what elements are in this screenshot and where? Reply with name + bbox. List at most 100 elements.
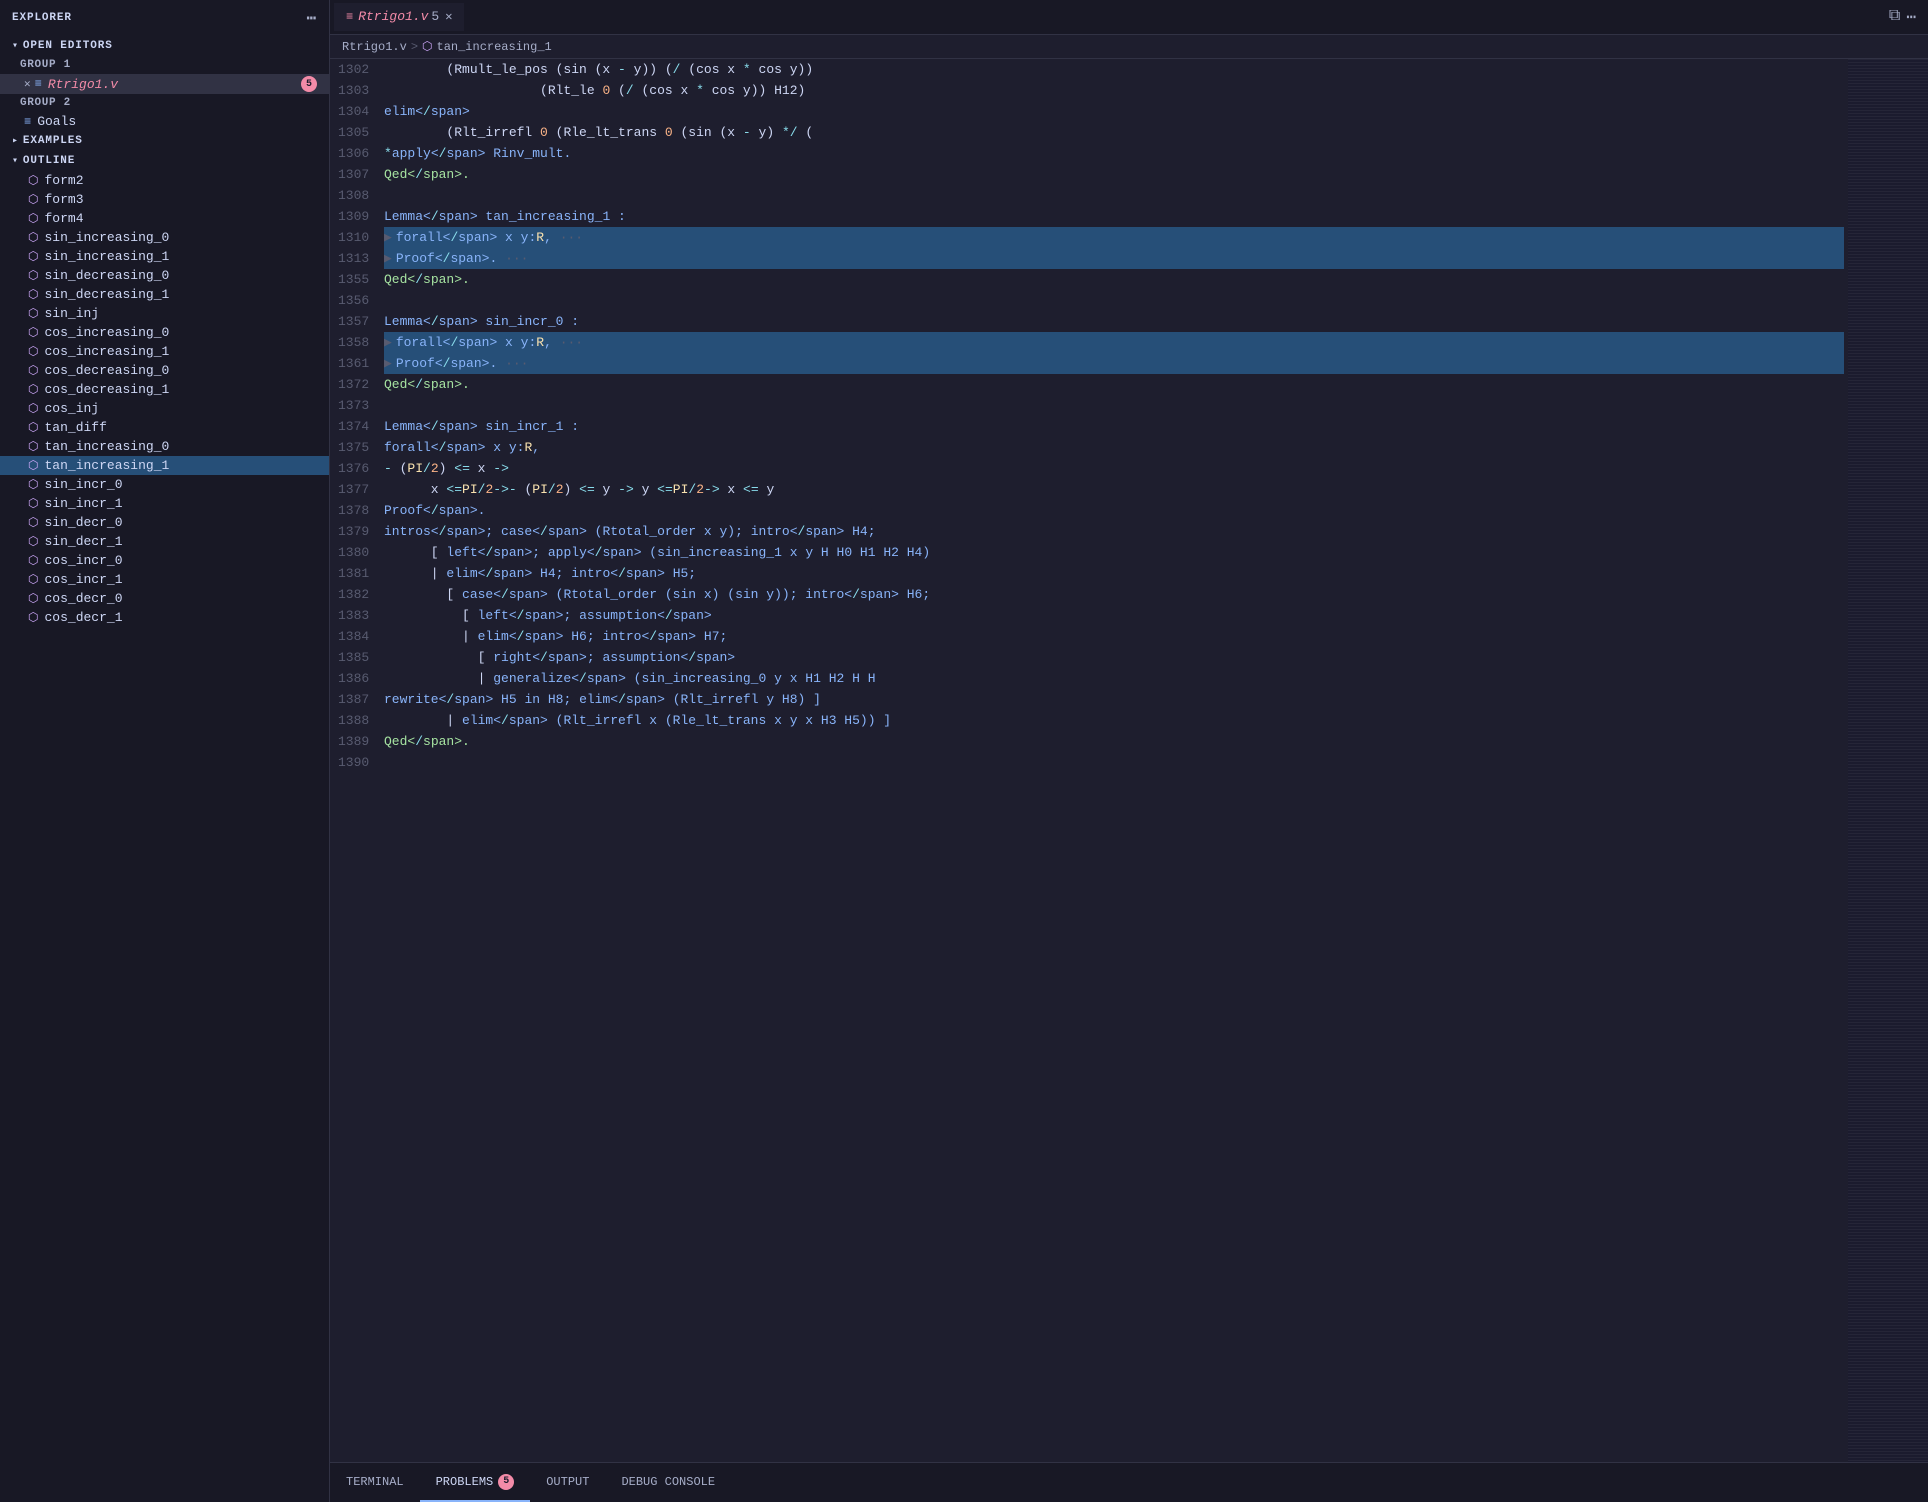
file-item-rtrigo1[interactable]: ✕ ≡ Rtrigo1.v 5 xyxy=(0,74,329,94)
outline-item-form3[interactable]: ⬡form3 xyxy=(0,190,329,209)
code-line-1356 xyxy=(384,290,1844,311)
close-icon[interactable]: ✕ xyxy=(24,77,31,91)
editor-scroll[interactable]: 1302130313041305130613071308130913101313… xyxy=(330,59,1848,1462)
outline-item-sin_decr_0[interactable]: ⬡sin_decr_0 xyxy=(0,513,329,532)
code-line-1382: [ case</span> (Rtotal_order (sin x) (sin… xyxy=(384,584,1844,605)
bottom-tab-debug-console[interactable]: DEBUG CONSOLE xyxy=(605,1463,731,1502)
cube-icon: ⬡ xyxy=(28,287,38,302)
code-line-1389: Qed</span>. xyxy=(384,731,1844,752)
cube-icon: ⬡ xyxy=(28,192,38,207)
tab-close-icon[interactable]: ✕ xyxy=(445,9,452,24)
sidebar-header: EXPLORER ⋯ xyxy=(0,0,329,36)
line-number-1308: 1308 xyxy=(338,185,372,206)
breadcrumb: Rtrigo1.v > ⬡ tan_increasing_1 xyxy=(330,35,1928,59)
line-number-1380: 1380 xyxy=(338,542,372,563)
more-icon[interactable]: ⋯ xyxy=(306,8,317,28)
outline-item-sin_decreasing_0[interactable]: ⬡sin_decreasing_0 xyxy=(0,266,329,285)
sidebar-header-icons[interactable]: ⋯ xyxy=(306,8,317,28)
line-number-1387: 1387 xyxy=(338,689,372,710)
outline-item-cos_decr_1[interactable]: ⬡cos_decr_1 xyxy=(0,608,329,627)
cube-icon: ⬡ xyxy=(28,534,38,549)
outline-item-sin_increasing_0[interactable]: ⬡sin_increasing_0 xyxy=(0,228,329,247)
line-number-1378: 1378 xyxy=(338,500,372,521)
outline-item-sin_decreasing_1[interactable]: ⬡sin_decreasing_1 xyxy=(0,285,329,304)
outline-item-sin_decr_1[interactable]: ⬡sin_decr_1 xyxy=(0,532,329,551)
section-examples[interactable]: ▸ EXAMPLES xyxy=(0,131,329,151)
breadcrumb-symbol[interactable]: tan_increasing_1 xyxy=(437,40,552,54)
code-line-1380: [ left</span>; apply</span> (sin_increas… xyxy=(384,542,1844,563)
line-number-1309: 1309 xyxy=(338,206,372,227)
outline-item-sin_incr_1[interactable]: ⬡sin_incr_1 xyxy=(0,494,329,513)
line-number-1302: 1302 xyxy=(338,59,372,80)
code-line-1306: * apply</span> Rinv_mult. xyxy=(384,143,1844,164)
line-number-1355: 1355 xyxy=(338,269,372,290)
cube-icon: ⬡ xyxy=(28,515,38,530)
file-item-goals[interactable]: ≡ Goals xyxy=(0,112,329,131)
tab-version: 5 xyxy=(431,9,439,24)
cube-icon: ⬡ xyxy=(28,382,38,397)
line-number-1382: 1382 xyxy=(338,584,372,605)
code-line-1372: Qed</span>. xyxy=(384,374,1844,395)
cube-icon: ⬡ xyxy=(28,439,38,454)
line-number-1358: 1358 xyxy=(338,332,372,353)
error-badge: 5 xyxy=(301,76,317,92)
outline-item-sin_inj[interactable]: ⬡sin_inj xyxy=(0,304,329,323)
code-line-1381: | elim</span> H4; intro</span> H5; xyxy=(384,563,1844,584)
code-line-1386: | generalize</span> (sin_increasing_0 y … xyxy=(384,668,1844,689)
outline-list: ⬡form2⬡form3⬡form4⬡sin_increasing_0⬡sin_… xyxy=(0,171,329,1502)
split-editor-icon[interactable]: ⧉ xyxy=(1889,7,1900,27)
outline-item-cos_increasing_0[interactable]: ⬡cos_increasing_0 xyxy=(0,323,329,342)
line-number-1357: 1357 xyxy=(338,311,372,332)
cube-icon: ⬡ xyxy=(28,363,38,378)
section-outline[interactable]: ▾ OUTLINE xyxy=(0,151,329,171)
line-number-1304: 1304 xyxy=(338,101,372,122)
line-number-1361: 1361 xyxy=(338,353,372,374)
tab-rtrigo1[interactable]: ≡ Rtrigo1.v 5 ✕ xyxy=(334,3,464,31)
cube-icon: ⬡ xyxy=(28,420,38,435)
fold-arrow-icon[interactable]: ▶ xyxy=(384,353,392,374)
tab-bar: ≡ Rtrigo1.v 5 ✕ ⧉ ⋯ xyxy=(330,0,1928,35)
more-actions-icon[interactable]: ⋯ xyxy=(1906,7,1916,27)
line-number-1306: 1306 xyxy=(338,143,372,164)
group2-header: GROUP 2 xyxy=(0,94,329,112)
line-number-1383: 1383 xyxy=(338,605,372,626)
fold-arrow-icon[interactable]: ▶ xyxy=(384,248,392,269)
tab-actions[interactable]: ⧉ ⋯ xyxy=(1889,7,1924,27)
bottom-tab-output[interactable]: OUTPUT xyxy=(530,1463,605,1502)
cube-icon: ⬡ xyxy=(28,344,38,359)
outline-item-tan_increasing_0[interactable]: ⬡tan_increasing_0 xyxy=(0,437,329,456)
cube-icon: ⬡ xyxy=(28,610,38,625)
fold-arrow-icon[interactable]: ▶ xyxy=(384,332,392,353)
line-number-1385: 1385 xyxy=(338,647,372,668)
code-line-1388: | elim</span> (Rlt_irrefl x (Rle_lt_tran… xyxy=(384,710,1844,731)
cube-icon: ⬡ xyxy=(28,306,38,321)
outline-item-cos_decreasing_1[interactable]: ⬡cos_decreasing_1 xyxy=(0,380,329,399)
outline-item-cos_inj[interactable]: ⬡cos_inj xyxy=(0,399,329,418)
bottom-tab-terminal[interactable]: TERMINAL xyxy=(330,1463,420,1502)
breadcrumb-file[interactable]: Rtrigo1.v xyxy=(342,40,407,54)
bottom-tab-problems[interactable]: PROBLEMS5 xyxy=(420,1463,531,1502)
code-line-1304: elim</span> xyxy=(384,101,1844,122)
outline-item-tan_diff[interactable]: ⬡tan_diff xyxy=(0,418,329,437)
outline-item-sin_incr_0[interactable]: ⬡sin_incr_0 xyxy=(0,475,329,494)
code-line-1375: forall</span> x y:R, xyxy=(384,437,1844,458)
outline-item-cos_decreasing_0[interactable]: ⬡cos_decreasing_0 xyxy=(0,361,329,380)
section-open-editors[interactable]: ▾ OPEN EDITORS xyxy=(0,36,329,56)
outline-item-cos_increasing_1[interactable]: ⬡cos_increasing_1 xyxy=(0,342,329,361)
outline-item-cos_incr_1[interactable]: ⬡cos_incr_1 xyxy=(0,570,329,589)
line-number-1372: 1372 xyxy=(338,374,372,395)
outline-item-tan_increasing_1[interactable]: ⬡tan_increasing_1 xyxy=(0,456,329,475)
outline-item-cos_incr_0[interactable]: ⬡cos_incr_0 xyxy=(0,551,329,570)
code-line-1313: ▶ Proof</span>. ··· xyxy=(384,248,1844,269)
line-number-1374: 1374 xyxy=(338,416,372,437)
fold-arrow-icon[interactable]: ▶ xyxy=(384,227,392,248)
outline-item-form4[interactable]: ⬡form4 xyxy=(0,209,329,228)
line-number-1377: 1377 xyxy=(338,479,372,500)
outline-item-sin_increasing_1[interactable]: ⬡sin_increasing_1 xyxy=(0,247,329,266)
outline-item-form2[interactable]: ⬡form2 xyxy=(0,171,329,190)
code-lines: (Rmult_le_pos (sin (x - y)) (/ (cos x * … xyxy=(380,59,1848,1462)
outline-item-cos_decr_0[interactable]: ⬡cos_decr_0 xyxy=(0,589,329,608)
line-numbers: 1302130313041305130613071308130913101313… xyxy=(330,59,380,1462)
cube-icon: ⬡ xyxy=(28,591,38,606)
code-line-1310: ▶ forall</span> x y:R, ··· xyxy=(384,227,1844,248)
